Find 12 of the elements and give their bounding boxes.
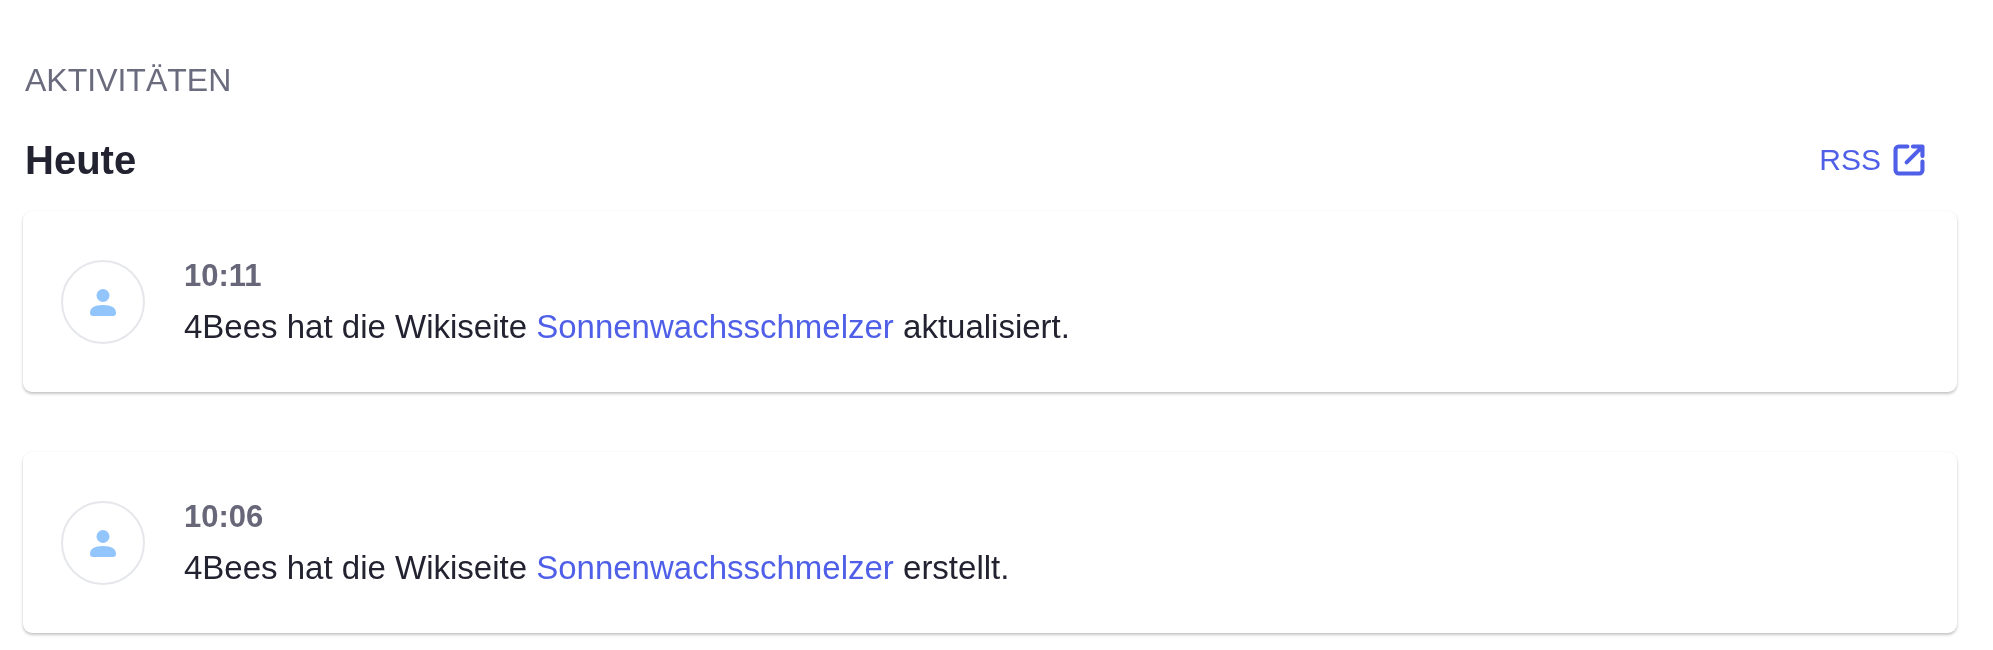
- activity-time: 10:06: [184, 497, 265, 536]
- activity-text: 4Bees hat die Wikiseite Sonnenwachsschmelzer erstellt.: [184, 547, 1010, 588]
- wiki-page-link[interactable]: Sonnenwachsschmelzer: [536, 548, 894, 586]
- rss-link[interactable]: RSS: [1819, 140, 1928, 180]
- wiki-page-link[interactable]: Sonnenwachsschmelzer: [536, 307, 894, 345]
- day-heading: Heute: [25, 137, 137, 183]
- user-avatar-icon: [61, 500, 145, 585]
- section-heading: AKTIVITÄTEN: [25, 61, 233, 100]
- activity-text: 4Bees hat die Wikiseite Sonnenwachsschmelzer aktualisiert.: [184, 306, 1070, 347]
- user-avatar-icon: [61, 259, 145, 344]
- external-link-icon: [1890, 141, 1928, 179]
- activity-time: 10:11: [184, 256, 263, 295]
